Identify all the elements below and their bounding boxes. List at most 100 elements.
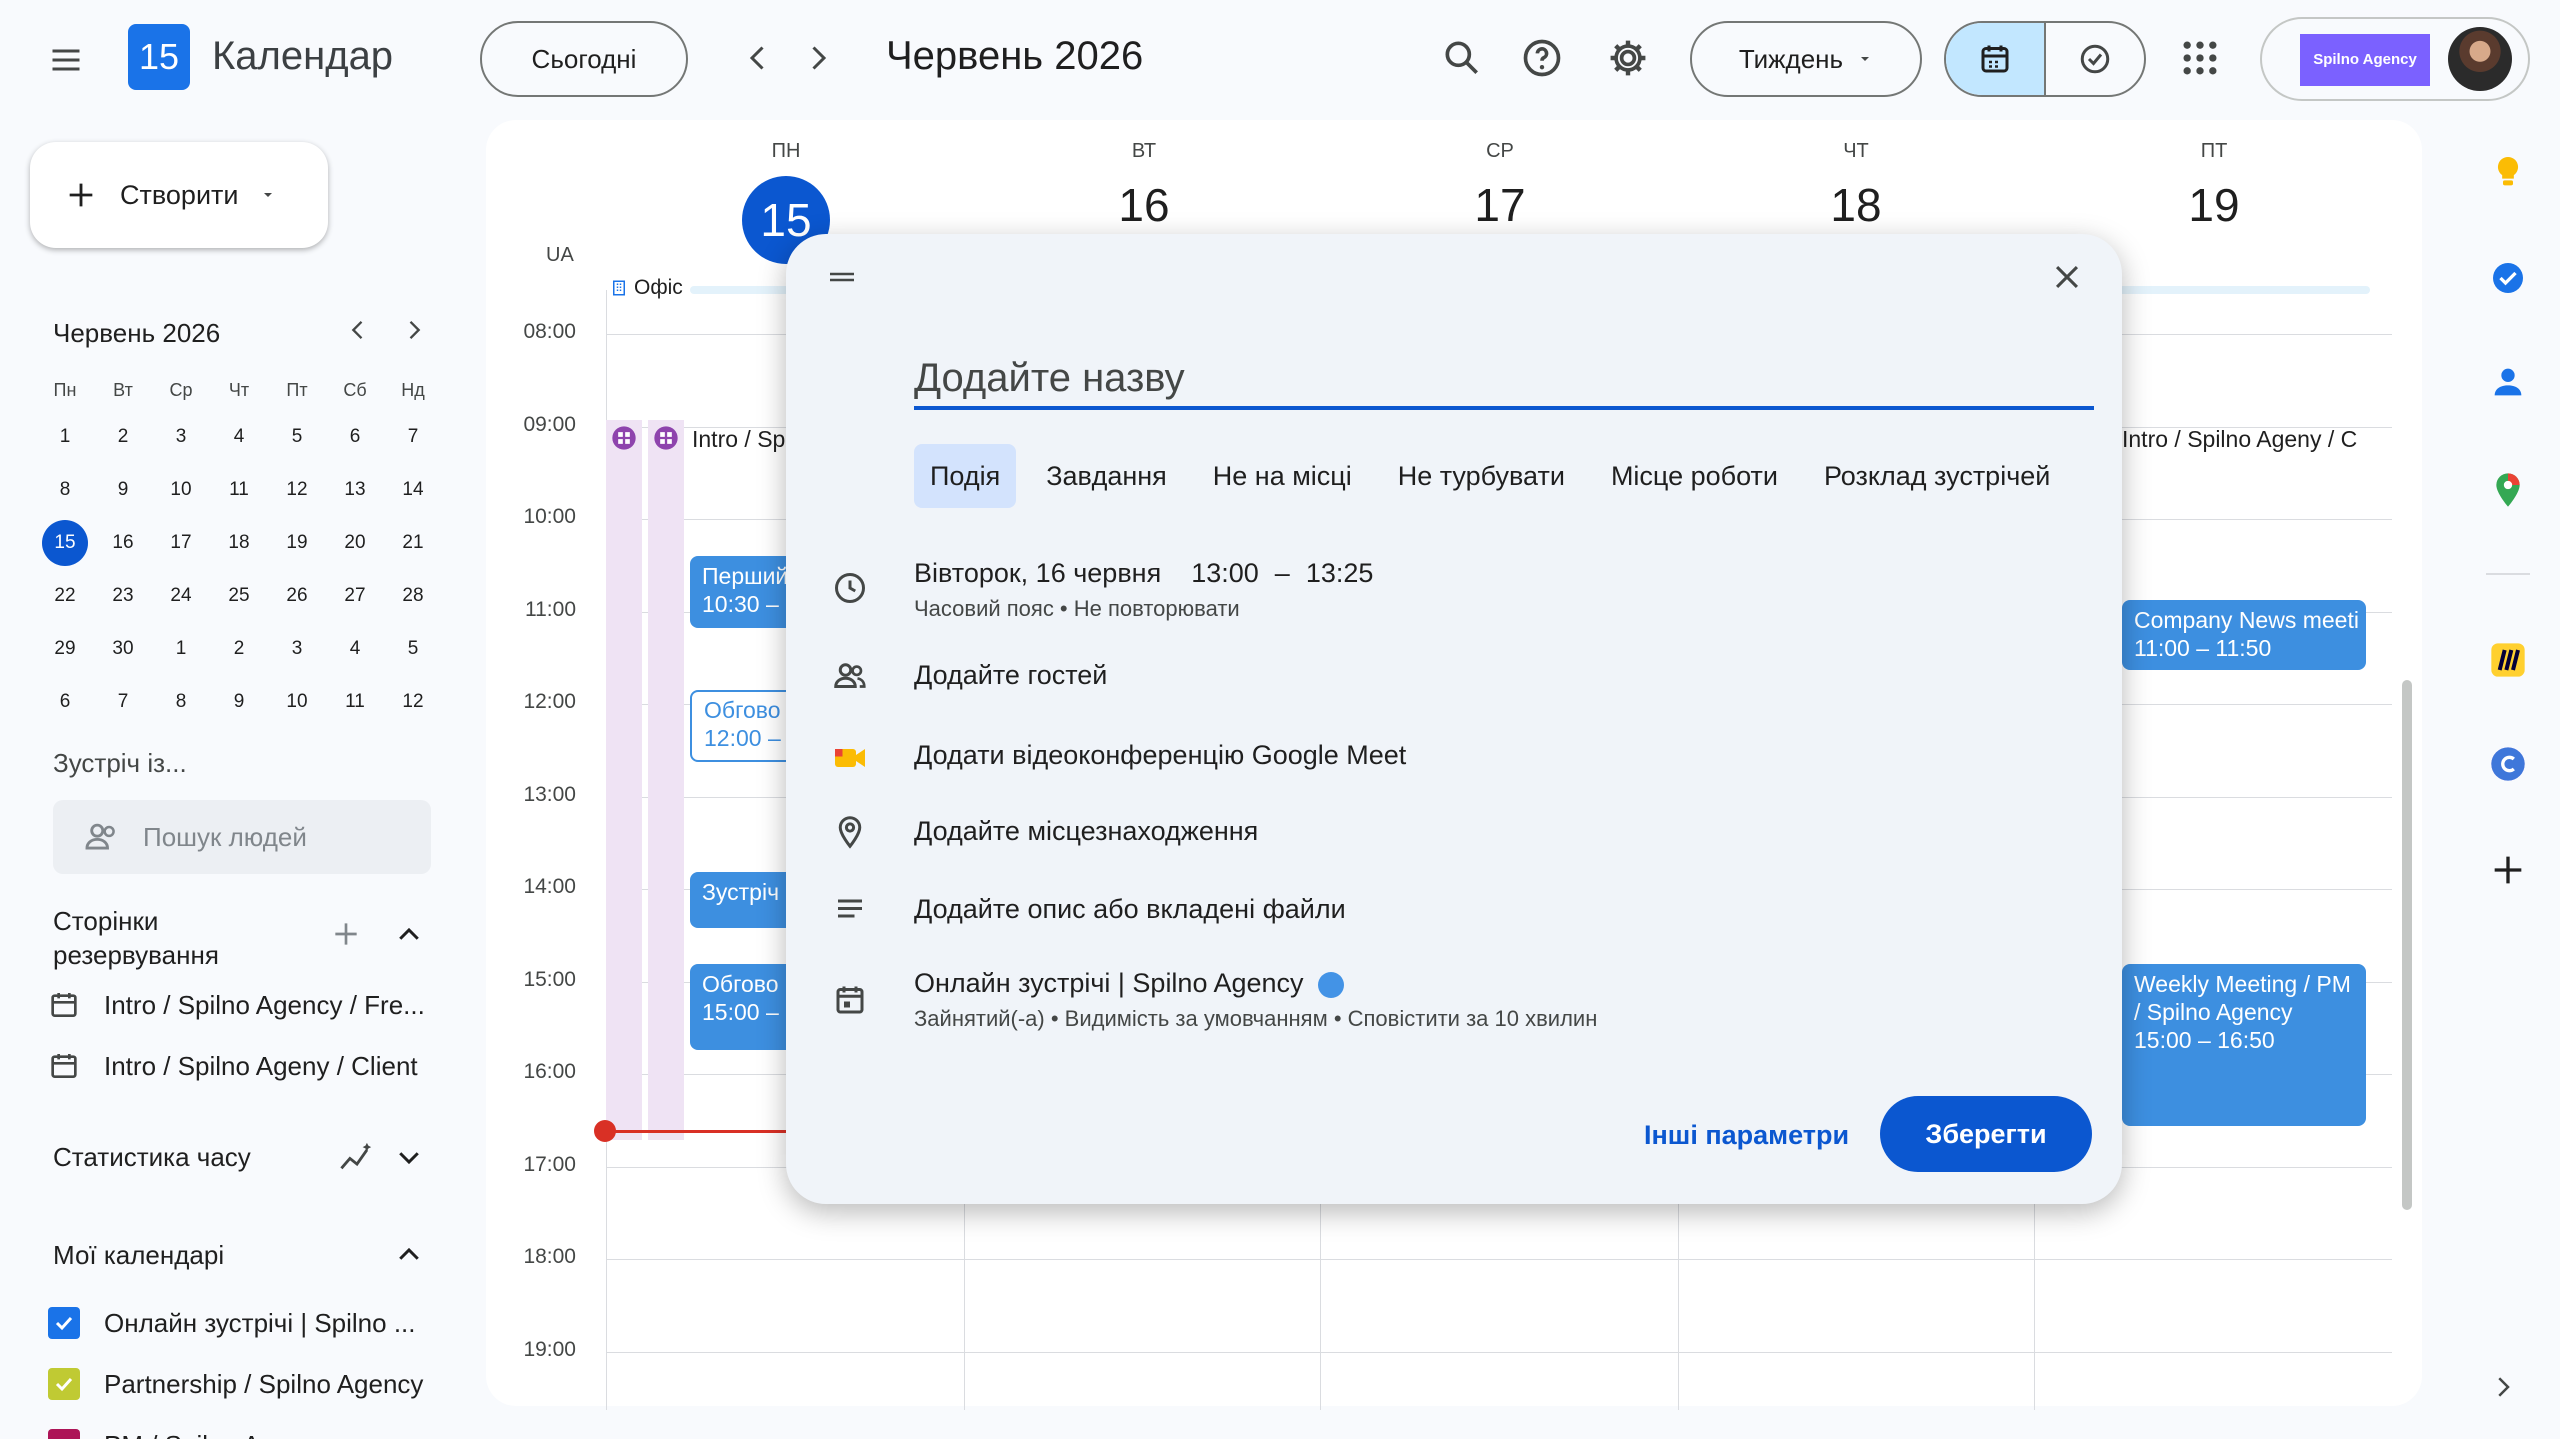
mini-calendar-day[interactable]: 7 xyxy=(94,675,152,728)
event-card[interactable]: Обгово 15:00 – xyxy=(690,964,800,1050)
people-search-input[interactable]: Пошук людей xyxy=(53,800,431,874)
timezone-repeat-link[interactable]: Часовий пояс • Не повторювати xyxy=(914,596,1240,622)
view-select-button[interactable]: Тиждень xyxy=(1690,21,1922,97)
booking-page-block[interactable] xyxy=(648,420,684,1140)
mini-calendar-day[interactable]: 19 xyxy=(268,516,326,569)
mini-next-month-icon[interactable] xyxy=(400,316,428,344)
start-time[interactable]: 13:00 xyxy=(1191,558,1259,589)
settings-gear-icon[interactable] xyxy=(1606,36,1650,80)
tab-focus-time[interactable]: Не турбувати xyxy=(1382,444,1581,508)
mini-calendar-day[interactable]: 5 xyxy=(268,410,326,463)
create-button[interactable]: Створити xyxy=(30,142,328,248)
tab-event[interactable]: Подія xyxy=(914,444,1017,508)
add-location-field[interactable]: Додайте місцезнаходження xyxy=(914,816,1258,847)
mini-calendar-day[interactable]: 7 xyxy=(384,410,442,463)
keep-bulb-icon[interactable] xyxy=(2488,152,2528,192)
mini-calendar-day[interactable]: 14 xyxy=(384,463,442,516)
add-booking-page-icon[interactable] xyxy=(330,918,362,950)
avatar[interactable] xyxy=(2448,27,2512,91)
next-week-icon[interactable] xyxy=(800,40,836,76)
tab-appointment-schedule[interactable]: Розклад зустрічей xyxy=(1808,444,2066,508)
tasks-check-icon[interactable] xyxy=(2488,258,2528,298)
close-icon[interactable] xyxy=(2050,260,2084,294)
drag-handle-icon[interactable] xyxy=(828,270,856,284)
tab-working-location[interactable]: Місце роботи xyxy=(1595,444,1794,508)
today-button[interactable]: Сьогодні xyxy=(480,21,688,97)
mini-calendar-day[interactable]: 22 xyxy=(36,569,94,622)
day-number[interactable]: 19 xyxy=(2164,178,2264,232)
checkbox-checked-icon[interactable] xyxy=(48,1429,80,1439)
mini-calendar-day[interactable]: 9 xyxy=(94,463,152,516)
end-time[interactable]: 13:25 xyxy=(1306,558,1374,589)
event-date[interactable]: Вівторок, 16 червня xyxy=(914,558,1161,589)
event-card[interactable]: Обгово 12:00 – xyxy=(690,690,800,762)
mini-calendar-day[interactable]: 6 xyxy=(326,410,384,463)
expand-side-panel-icon[interactable] xyxy=(2488,1372,2528,1412)
mini-calendar-day[interactable]: 2 xyxy=(210,622,268,675)
mini-calendar-day[interactable]: 5 xyxy=(384,622,442,675)
add-addon-icon[interactable] xyxy=(2488,850,2528,890)
checkbox-checked-icon[interactable] xyxy=(48,1307,80,1339)
checkbox-checked-icon[interactable] xyxy=(48,1368,80,1400)
more-options-button[interactable]: Інші параметри xyxy=(1620,1100,1873,1170)
event-card[interactable]: Weekly Meeting / PM / Spilno Agency 15:0… xyxy=(2122,964,2366,1126)
google-apps-icon[interactable] xyxy=(2178,36,2222,80)
mini-calendar-day[interactable]: 16 xyxy=(94,516,152,569)
mini-calendar-day[interactable]: 23 xyxy=(94,569,152,622)
add-description-field[interactable]: Додайте опис або вкладені файли xyxy=(914,894,1346,925)
calendar-select[interactable]: Онлайн зустрічі | Spilno Agency xyxy=(914,968,1344,999)
mini-calendar-day[interactable]: 3 xyxy=(152,410,210,463)
event-title-input[interactable] xyxy=(914,350,2094,410)
my-calendar-item[interactable]: Partnership / Spilno Agency xyxy=(48,1364,423,1404)
help-icon[interactable] xyxy=(1520,36,1564,80)
calendar-settings-summary[interactable]: Зайнятий(-а) • Видимість за умовчанням •… xyxy=(914,1006,1597,1032)
mini-calendar-day[interactable]: 1 xyxy=(36,410,94,463)
mini-calendar-day[interactable]: 3 xyxy=(268,622,326,675)
canva-icon[interactable] xyxy=(2488,744,2528,784)
mini-calendar-day[interactable]: 15 xyxy=(36,516,94,569)
save-button[interactable]: Зберегти xyxy=(1880,1096,2092,1172)
mini-calendar-day[interactable]: 27 xyxy=(326,569,384,622)
add-meet-button[interactable]: Додати відеоконференцію Google Meet xyxy=(914,740,1406,771)
collapse-booking-icon[interactable] xyxy=(394,920,424,950)
insights-sparkle-icon[interactable] xyxy=(338,1140,376,1174)
mini-calendar-day[interactable]: 8 xyxy=(152,675,210,728)
mini-calendar-day[interactable]: 25 xyxy=(210,569,268,622)
mini-calendar-day[interactable]: 1 xyxy=(152,622,210,675)
event-title[interactable]: Intro / Spilno Ageny / C xyxy=(2122,426,2372,453)
mini-calendar-day[interactable]: 10 xyxy=(268,675,326,728)
mini-calendar-day[interactable]: 30 xyxy=(94,622,152,675)
contacts-person-icon[interactable] xyxy=(2488,362,2528,402)
mini-calendar-day[interactable]: 21 xyxy=(384,516,442,569)
event-card[interactable]: Company News meeti 11:00 – 11:50 xyxy=(2122,600,2366,670)
miro-icon[interactable] xyxy=(2488,640,2528,680)
working-location-chip[interactable]: Офіс xyxy=(610,276,683,300)
event-card[interactable]: Зустріч xyxy=(690,872,800,928)
mini-prev-month-icon[interactable] xyxy=(344,316,372,344)
booking-page-block[interactable] xyxy=(606,420,642,1140)
tab-task[interactable]: Завдання xyxy=(1030,444,1183,508)
collapse-calendars-icon[interactable] xyxy=(394,1240,424,1270)
mini-calendar-day[interactable]: 10 xyxy=(152,463,210,516)
day-number[interactable]: 18 xyxy=(1806,178,1906,232)
mini-calendar-day[interactable]: 11 xyxy=(326,675,384,728)
mini-calendar-day[interactable]: 12 xyxy=(268,463,326,516)
day-number[interactable]: 17 xyxy=(1450,178,1550,232)
mini-calendar-day[interactable]: 2 xyxy=(94,410,152,463)
booking-page-item[interactable]: Intro / Spilno Agency / Fre... xyxy=(48,985,425,1025)
maps-pin-icon[interactable] xyxy=(2488,470,2528,510)
mini-calendar-day[interactable]: 6 xyxy=(36,675,94,728)
event-card[interactable]: Перший 10:30 – xyxy=(690,556,800,628)
tab-out-of-office[interactable]: Не на місці xyxy=(1197,444,1368,508)
mini-calendar-day[interactable]: 11 xyxy=(210,463,268,516)
mini-calendar-day[interactable]: 18 xyxy=(210,516,268,569)
expand-insights-icon[interactable] xyxy=(394,1142,424,1172)
tasks-view-icon[interactable] xyxy=(2046,23,2144,95)
mini-calendar-day[interactable]: 29 xyxy=(36,622,94,675)
add-guests-field[interactable]: Додайте гостей xyxy=(914,660,1107,691)
mini-calendar-day[interactable]: 9 xyxy=(210,675,268,728)
my-calendar-item[interactable]: Онлайн зустрічі | Spilno ... xyxy=(48,1303,416,1343)
mini-calendar-day[interactable]: 24 xyxy=(152,569,210,622)
event-title[interactable]: Intro / Sp xyxy=(692,426,785,453)
mini-calendar-day[interactable]: 13 xyxy=(326,463,384,516)
